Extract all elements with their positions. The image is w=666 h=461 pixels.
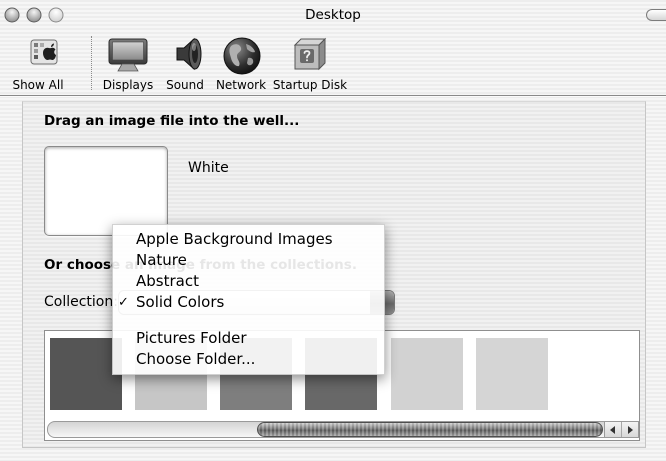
menu-item-label: Solid Colors	[136, 293, 225, 311]
left-arrow-icon	[610, 426, 615, 434]
toolbar-label: Show All	[12, 78, 64, 92]
menu-item-label: Nature	[136, 251, 187, 269]
checkmark-icon: ✓	[118, 295, 129, 310]
menu-item-choose-folder[interactable]: Choose Folder...	[113, 349, 384, 370]
menu-item-abstract[interactable]: Abstract	[113, 271, 384, 292]
image-well[interactable]	[44, 146, 168, 236]
collection-popup-menu: Apple Background Images Nature Abstract …	[112, 224, 385, 375]
toolbar-label: Displays	[102, 78, 154, 92]
toolbar-displays[interactable]: Displays	[98, 34, 158, 94]
menu-item-solid-colors[interactable]: ✓ Solid Colors	[113, 292, 384, 313]
collection-label: Collection:	[44, 294, 118, 310]
show-all-icon	[30, 39, 58, 65]
horizontal-scrollbar[interactable]	[47, 421, 639, 438]
window-title: Desktop	[305, 7, 361, 23]
menu-separator	[113, 313, 384, 328]
menu-item-label: Pictures Folder	[136, 329, 247, 347]
toolbar-label: Startup Disk	[272, 78, 348, 92]
hard-disk-icon	[293, 37, 327, 71]
menu-item-label: Apple Background Images	[136, 230, 333, 248]
toolbar-show-all[interactable]: Show All	[0, 34, 76, 94]
toolbar-label: Network	[215, 78, 267, 92]
menu-item-nature[interactable]: Nature	[113, 250, 384, 271]
menu-item-apple-background-images[interactable]: Apple Background Images	[113, 229, 384, 250]
display-icon	[108, 38, 148, 72]
title-bar[interactable]: Desktop	[0, 0, 666, 30]
scroll-right-button[interactable]	[622, 422, 638, 437]
menu-item-pictures-folder[interactable]: Pictures Folder	[113, 328, 384, 349]
toolbar-startup-disk[interactable]: Startup Disk	[272, 34, 348, 94]
toolbar-network[interactable]: Network	[211, 34, 271, 94]
toolbar-divider-highlight	[0, 96, 666, 97]
toolbar-sound[interactable]: Sound	[160, 34, 210, 94]
right-arrow-icon	[628, 426, 633, 434]
scrollbar-arrows	[604, 421, 639, 438]
globe-icon	[223, 37, 261, 75]
current-image-name: White	[188, 160, 229, 176]
drag-heading: Drag an image file into the well...	[44, 113, 300, 129]
speaker-icon	[176, 37, 202, 71]
menu-item-label: Choose Folder...	[136, 350, 256, 368]
toolbar-toggle-button[interactable]	[646, 9, 666, 21]
menu-item-label: Abstract	[136, 272, 199, 290]
toolbar-separator	[91, 36, 92, 90]
scroll-left-button[interactable]	[605, 422, 622, 437]
toolbar-label: Sound	[166, 78, 204, 92]
scrollbar-thumb[interactable]	[257, 422, 603, 437]
color-swatch[interactable]	[476, 338, 548, 410]
color-swatch[interactable]	[391, 338, 463, 410]
